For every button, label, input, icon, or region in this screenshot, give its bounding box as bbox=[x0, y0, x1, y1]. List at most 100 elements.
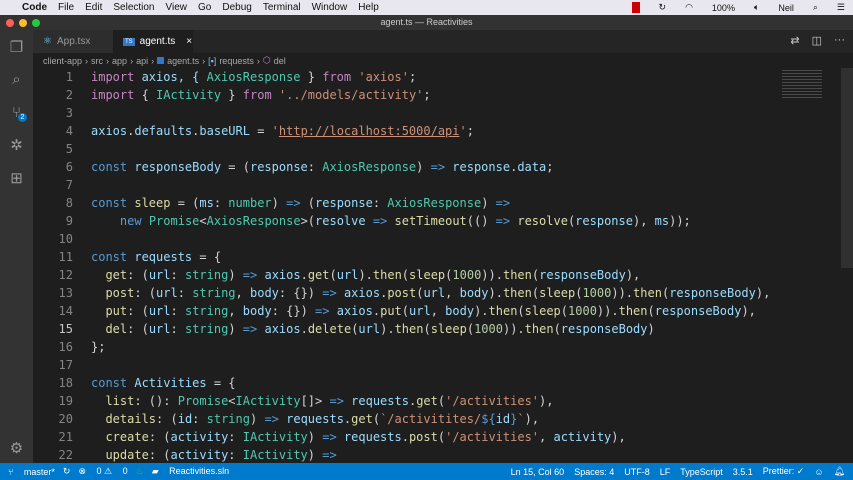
code-line[interactable]: 5 bbox=[33, 140, 783, 158]
recording-icon[interactable] bbox=[631, 2, 640, 13]
breadcrumb-item[interactable]: requests bbox=[219, 56, 254, 66]
encoding[interactable]: UTF-8 bbox=[624, 467, 650, 477]
code-editor[interactable]: 1 import axios, { AxiosResponse } from 'a… bbox=[33, 68, 853, 463]
menu-go[interactable]: Go bbox=[198, 2, 211, 13]
code-line[interactable]: 7 bbox=[33, 176, 783, 194]
code-line[interactable]: 13 post: (url: string, body: {}) => axio… bbox=[33, 284, 783, 302]
code-token: ), bbox=[632, 214, 655, 228]
minimap[interactable] bbox=[780, 68, 830, 108]
code-token: const bbox=[91, 160, 128, 174]
breadcrumb-item[interactable]: del bbox=[274, 56, 286, 66]
menu-debug[interactable]: Debug bbox=[222, 2, 251, 13]
code-token: id bbox=[177, 412, 193, 426]
tab-agent-ts[interactable]: TS agent.ts × bbox=[113, 30, 193, 53]
code-token: . bbox=[300, 322, 308, 336]
line-number: 5 bbox=[65, 142, 73, 156]
code-line[interactable]: 15 del: (url: string) => axios.delete(ur… bbox=[33, 320, 783, 338]
source-control-icon[interactable]: ⑂ 2 bbox=[8, 104, 27, 122]
code-token: get bbox=[416, 394, 438, 408]
extensions-icon[interactable]: ⊞ bbox=[8, 170, 25, 187]
code-token: = ( bbox=[170, 196, 200, 210]
menu-help[interactable]: Help bbox=[358, 2, 379, 13]
code-token: id bbox=[495, 412, 511, 426]
chevron-right-icon: › bbox=[106, 55, 110, 66]
code-line[interactable]: 18 const Activities = { bbox=[33, 374, 783, 392]
tab-app-tsx[interactable]: ⚛ App.tsx bbox=[33, 30, 113, 53]
minimize-window-button[interactable] bbox=[19, 19, 27, 27]
code-token: => bbox=[264, 412, 279, 426]
code-line[interactable]: 20 details: (id: string) => requests.get… bbox=[33, 410, 783, 428]
breadcrumb-item[interactable]: agent.ts bbox=[167, 56, 199, 66]
language-mode[interactable]: TypeScript bbox=[680, 467, 723, 477]
code-line[interactable]: 10 bbox=[33, 230, 783, 248]
user-name[interactable]: Neil bbox=[778, 3, 794, 13]
code-token: 1000 bbox=[474, 322, 503, 336]
code-line[interactable]: 12 get: (url: string) => axios.get(url).… bbox=[33, 266, 783, 284]
code-line[interactable]: 2 import { IActivity } from '../models/ac… bbox=[33, 86, 783, 104]
menu-terminal[interactable]: Terminal bbox=[263, 2, 301, 13]
code-token: IActivity bbox=[242, 448, 308, 462]
wifi-icon[interactable]: ◠ bbox=[685, 2, 693, 13]
prettier-status[interactable]: Prettier: ✓ bbox=[763, 466, 805, 477]
code-line[interactable]: 3 bbox=[33, 104, 783, 122]
code-token: => bbox=[372, 214, 388, 228]
problems-indicator[interactable]: ⊗ 0 ⚠ 0 bbox=[78, 466, 127, 477]
git-branch[interactable]: ⑂ master* bbox=[8, 467, 55, 477]
notification-center-icon[interactable]: ☰ bbox=[837, 2, 845, 13]
code-token: => bbox=[286, 196, 301, 210]
close-window-button[interactable] bbox=[6, 19, 14, 27]
code-line[interactable]: 22 update: (activity: IActivity) => bbox=[33, 446, 783, 463]
menu-window[interactable]: Window bbox=[312, 2, 348, 13]
code-line[interactable]: 11 const requests = { bbox=[33, 248, 783, 266]
more-actions-icon[interactable]: ··· bbox=[834, 34, 845, 47]
breadcrumb-item[interactable]: api bbox=[136, 56, 148, 66]
code-token: : ( bbox=[127, 268, 149, 282]
code-token: axios bbox=[264, 268, 301, 282]
menu-app-name[interactable]: Code bbox=[22, 2, 47, 13]
notifications-bell-icon[interactable]: 🔔︎ bbox=[834, 466, 845, 477]
code-line[interactable]: 21 create: (activity: IActivity) => requ… bbox=[33, 428, 783, 446]
sync-icon[interactable]: ↻ bbox=[63, 466, 71, 477]
menu-view[interactable]: View bbox=[166, 2, 188, 13]
search-icon[interactable]: ⌕ bbox=[8, 71, 25, 88]
cursor-position[interactable]: Ln 15, Col 60 bbox=[511, 467, 565, 477]
vertical-scrollbar[interactable] bbox=[841, 68, 853, 268]
solution-item[interactable]: ▰ Reactivities.sln bbox=[152, 466, 229, 477]
menu-selection[interactable]: Selection bbox=[113, 2, 154, 13]
indentation[interactable]: Spaces: 4 bbox=[574, 467, 614, 477]
code-line[interactable]: 6 const responseBody = (response: AxiosRe… bbox=[33, 158, 783, 176]
code-token: post bbox=[387, 286, 417, 300]
code-line[interactable]: 19 list: (): Promise<IActivity[]> => req… bbox=[33, 392, 783, 410]
zoom-window-button[interactable] bbox=[32, 19, 40, 27]
settings-gear-icon[interactable]: ⚙ bbox=[8, 440, 25, 457]
code-line[interactable]: 4 axios.defaults.baseURL = 'http://localh… bbox=[33, 122, 783, 140]
tab-close-icon[interactable]: × bbox=[186, 36, 192, 47]
menu-file[interactable]: File bbox=[58, 2, 74, 13]
spotlight-icon[interactable]: ⌕ bbox=[813, 2, 818, 13]
time-machine-icon[interactable]: ↻ bbox=[659, 2, 667, 13]
code-line[interactable]: 1 import axios, { AxiosResponse } from 'a… bbox=[33, 68, 783, 86]
breadcrumb-item[interactable]: client-app bbox=[43, 56, 82, 66]
volume-icon[interactable]: 🔈︎ bbox=[754, 2, 759, 13]
code-line[interactable]: 16}; bbox=[33, 338, 783, 356]
code-token: ). bbox=[358, 268, 373, 282]
feedback-smiley-icon[interactable]: ☺ bbox=[814, 467, 823, 477]
breadcrumb-item[interactable]: app bbox=[112, 56, 127, 66]
typescript-version[interactable]: 3.5.1 bbox=[733, 467, 753, 477]
debug-icon[interactable]: ✲ bbox=[8, 137, 25, 154]
code-token: AxiosResponse bbox=[322, 160, 417, 174]
code-line[interactable]: 14 put: (url: string, body: {}) => axios… bbox=[33, 302, 783, 320]
split-editor-icon[interactable]: ◫ bbox=[812, 34, 822, 47]
editor-actions: ⇄ ◫ ··· bbox=[790, 34, 845, 47]
code-line[interactable]: 9 new Promise<AxiosResponse>(resolve => … bbox=[33, 212, 783, 230]
battery-percent[interactable]: 100% bbox=[712, 3, 735, 13]
breadcrumb-item[interactable]: src bbox=[91, 56, 103, 66]
code-line[interactable]: 17 bbox=[33, 356, 783, 374]
code-line[interactable]: 8 const sleep = (ms: number) => (response… bbox=[33, 194, 783, 212]
line-ending[interactable]: LF bbox=[660, 467, 671, 477]
open-changes-icon[interactable]: ⇄ bbox=[790, 34, 799, 47]
menu-edit[interactable]: Edit bbox=[85, 2, 102, 13]
explorer-icon[interactable]: ❐ bbox=[8, 39, 25, 56]
flame-icon[interactable]: ♨ bbox=[136, 466, 144, 477]
